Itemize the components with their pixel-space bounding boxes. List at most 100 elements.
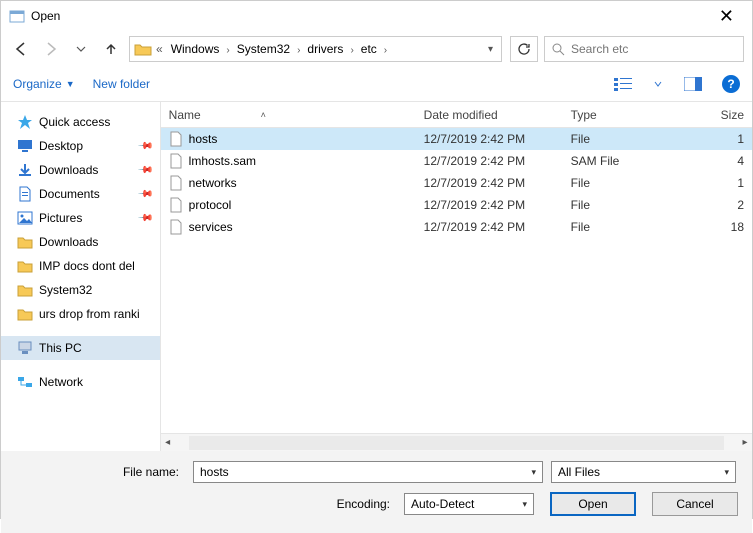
open-button[interactable]: Open [550,492,636,516]
sidebar-item-label: Quick access [39,115,152,129]
file-pane: Name ˄ Date modified Type Size hosts 12/7… [160,102,752,451]
file-date: 12/7/2019 2:42 PM [416,154,563,168]
filename-input[interactable]: hosts ▾ [193,461,543,483]
pc-icon [17,340,33,356]
chevron-down-icon: ▾ [724,467,729,478]
chevron-right-icon: › [223,45,232,56]
file-name: networks [189,176,237,190]
file-size: 18 [713,220,752,234]
sidebar-item-label: IMP docs dont del [39,259,152,273]
search-box[interactable] [544,36,744,62]
sidebar-item-label: Documents [39,187,133,201]
forward-button[interactable] [39,37,63,61]
chevron-right-icon: › [347,45,356,56]
recent-dropdown[interactable] [69,37,93,61]
file-icon [169,153,183,169]
new-folder-button[interactable]: New folder [93,77,150,91]
scroll-right-icon[interactable]: ▸ [738,437,752,448]
column-type[interactable]: Type [563,108,713,122]
view-dropdown-icon[interactable] [652,73,664,95]
sidebar-item[interactable]: Documents 📌 [1,182,160,206]
search-icon [551,42,565,56]
breadcrumb-segment[interactable]: Windows [167,40,224,58]
file-icon [169,219,183,235]
sidebar-item[interactable]: This PC [1,336,160,360]
sidebar-item-label: Desktop [39,139,133,153]
folder-icon [17,282,33,298]
scroll-track[interactable] [189,436,724,450]
file-type: File [563,176,713,190]
sidebar-item[interactable]: Desktop 📌 [1,134,160,158]
sidebar-item[interactable]: Network [1,370,160,394]
file-name: hosts [189,132,218,146]
file-row[interactable]: networks12/7/2019 2:42 PMFile1 [161,172,752,194]
file-row[interactable]: protocol12/7/2019 2:42 PMFile2 [161,194,752,216]
column-date[interactable]: Date modified [416,108,563,122]
pictures-icon [17,210,33,226]
file-type: SAM File [563,154,713,168]
encoding-select[interactable]: Auto-Detect ▾ [404,493,534,515]
pin-icon: 📌 [137,186,154,203]
sidebar-item-label: Network [39,375,152,389]
search-input[interactable] [571,42,737,56]
filetype-filter[interactable]: All Files ▾ [551,461,736,483]
sidebar-item-label: System32 [39,283,152,297]
preview-pane-button[interactable] [682,73,704,95]
file-icon [169,197,183,213]
help-button[interactable]: ? [722,75,740,93]
pin-icon: 📌 [137,162,154,179]
file-row[interactable]: hosts12/7/2019 2:42 PMFile1 [161,128,752,150]
breadcrumb-segment[interactable]: etc [357,40,381,58]
breadcrumb-segment[interactable]: drivers [303,40,347,58]
document-icon [17,186,33,202]
file-name: protocol [189,198,232,212]
toolbar: Organize ▼ New folder ? [1,67,752,101]
up-button[interactable] [99,37,123,61]
view-options-button[interactable] [612,73,634,95]
chevron-down-icon: ▾ [522,499,527,510]
pin-icon: 📌 [137,138,154,155]
file-size: 2 [713,198,752,212]
folder-icon [17,258,33,274]
chevron-down-icon: ▾ [531,467,536,478]
sidebar-item[interactable]: Downloads [1,230,160,254]
sidebar-item-label: Pictures [39,211,133,225]
organize-button[interactable]: Organize ▼ [13,77,75,91]
address-bar[interactable]: « Windows›System32›drivers›etc› ▾ [129,36,502,62]
column-size[interactable]: Size [713,108,752,122]
column-name[interactable]: Name ˄ [161,108,416,122]
file-row[interactable]: services 12/7/2019 2:42 PMFile18 [161,216,752,238]
file-date: 12/7/2019 2:42 PM [416,220,563,234]
breadcrumb-prefix[interactable]: « [156,42,163,56]
horizontal-scrollbar[interactable]: ◂ ▸ [161,433,752,451]
sidebar-item[interactable]: System32 [1,278,160,302]
file-icon [169,175,183,191]
close-button[interactable]: ✕ [709,6,744,27]
file-date: 12/7/2019 2:42 PM [416,176,563,190]
app-icon [9,8,25,24]
scroll-left-icon[interactable]: ◂ [161,437,175,448]
breadcrumb-segment[interactable]: System32 [233,40,294,58]
window-title: Open [31,9,709,23]
file-name: services [189,220,233,234]
file-date: 12/7/2019 2:42 PM [416,132,563,146]
file-type: File [563,220,713,234]
file-date: 12/7/2019 2:42 PM [416,198,563,212]
bottom-panel: File name: hosts ▾ All Files ▾ Encoding:… [1,451,752,533]
address-dropdown-icon[interactable]: ▾ [484,44,497,55]
back-button[interactable] [9,37,33,61]
sidebar-item-label: Downloads [39,163,133,177]
file-row[interactable]: lmhosts.sam12/7/2019 2:42 PMSAM File4 [161,150,752,172]
sidebar-item[interactable]: Quick access [1,110,160,134]
cancel-button[interactable]: Cancel [652,492,738,516]
network-icon [17,374,33,390]
folder-icon [17,306,33,322]
sidebar-item[interactable]: Pictures📌 [1,206,160,230]
star-icon [17,114,33,130]
sidebar-item-label: This PC [39,341,152,355]
refresh-button[interactable] [510,36,538,62]
sidebar-item[interactable]: Downloads 📌 [1,158,160,182]
sidebar-item[interactable]: IMP docs dont del [1,254,160,278]
sidebar-item[interactable]: urs drop from ranki [1,302,160,326]
file-type: File [563,132,713,146]
